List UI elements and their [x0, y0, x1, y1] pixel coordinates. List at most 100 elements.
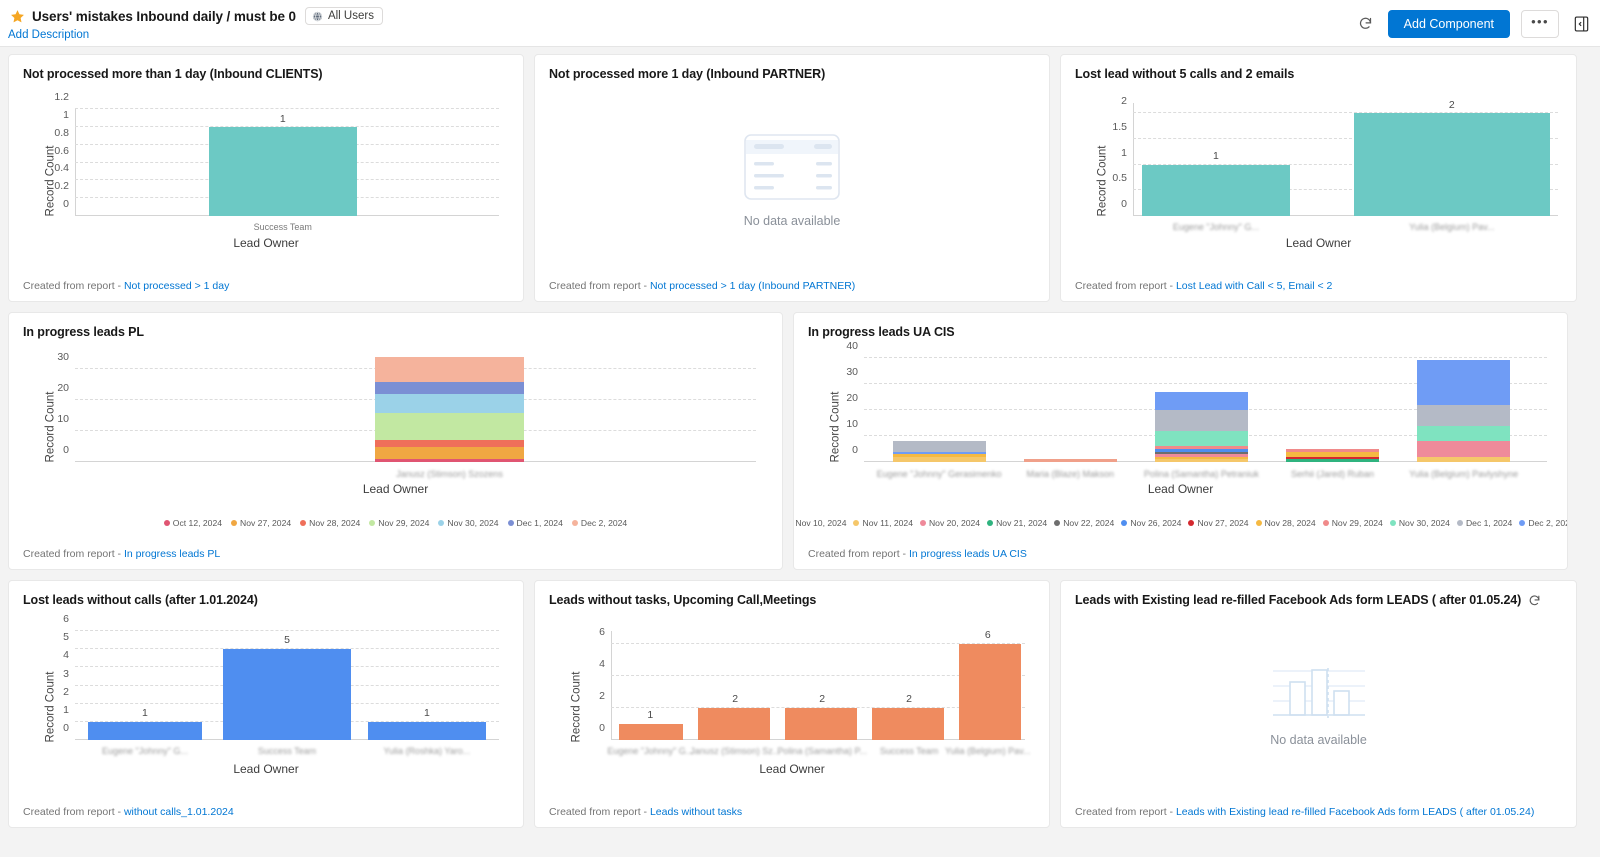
legend-item[interactable]: Nov 26, 2024	[1121, 518, 1181, 528]
scope-pill-all-users[interactable]: All Users	[304, 7, 383, 25]
bar-segment[interactable]	[1154, 409, 1248, 431]
refresh-icon[interactable]	[1528, 594, 1541, 607]
bar[interactable]	[697, 707, 771, 740]
widget-title: In progress leads PL	[23, 325, 144, 339]
bar-segment[interactable]	[1154, 430, 1248, 447]
bar-segment[interactable]	[1154, 451, 1248, 455]
report-link[interactable]: Not processed > 1 day (Inbound PARTNER)	[650, 280, 855, 292]
bar-segment[interactable]	[892, 456, 986, 462]
x-axis-title: Lead Owner	[233, 236, 299, 250]
report-link[interactable]: Not processed > 1 day	[124, 280, 229, 292]
legend-item[interactable]: Dec 2, 2024	[1519, 518, 1567, 528]
add-component-button[interactable]: Add Component	[1387, 9, 1510, 38]
bar-segment[interactable]	[1154, 456, 1248, 460]
y-axis-title: Record Count	[44, 671, 57, 742]
bar-segment[interactable]	[1154, 454, 1248, 457]
legend-item[interactable]: Nov 10, 2024	[794, 518, 846, 528]
bar[interactable]	[958, 643, 1021, 740]
report-link[interactable]: without calls_1.01.2024	[124, 806, 234, 818]
chart-area[interactable]: Record Count 6 5 4 3 2 1 0 1 5 1 Eugene …	[9, 607, 523, 806]
bar[interactable]	[1354, 113, 1550, 216]
report-link[interactable]: Leads with Existing lead re-filled Faceb…	[1176, 806, 1534, 818]
bar-segment[interactable]	[1417, 456, 1511, 462]
legend-item[interactable]: Nov 27, 2024	[231, 518, 291, 528]
bar[interactable]	[784, 707, 858, 740]
legend-item[interactable]: Nov 11, 2024	[853, 518, 913, 528]
legend-item[interactable]: Nov 22, 2024	[1054, 518, 1114, 528]
bar-segment[interactable]	[1154, 446, 1248, 449]
legend-label: Nov 30, 2024	[447, 518, 499, 528]
legend-item[interactable]: Nov 30, 2024	[438, 518, 499, 528]
bar[interactable]	[619, 723, 684, 740]
report-link[interactable]: In progress leads PL	[124, 548, 220, 560]
open-panel-button[interactable]	[1570, 13, 1592, 35]
bar[interactable]	[87, 721, 203, 740]
legend-item[interactable]: Oct 12, 2024	[163, 518, 222, 528]
bar-segment[interactable]	[1286, 451, 1379, 457]
legend-item[interactable]: Nov 28, 2024	[300, 518, 360, 528]
bar-segment[interactable]	[374, 446, 525, 459]
chart-area[interactable]: Record Count 30 20 10 0 Janusz (Stimson)…	[9, 339, 782, 548]
bar-segment[interactable]	[892, 454, 986, 457]
widget-in-progress-pl[interactable]: In progress leads PL Record Count 30 20 …	[8, 312, 783, 570]
chart-area[interactable]: Record Count 6 4 2 0 1 2 2 2 6 Eugene "J…	[535, 607, 1049, 806]
legend-item[interactable]: Dec 1, 2024	[507, 518, 563, 528]
report-link[interactable]: Lost Lead with Call < 5, Email < 2	[1176, 280, 1332, 292]
bar-segment[interactable]	[374, 458, 525, 462]
bar-value-label: 1	[1212, 149, 1219, 162]
widget-lost-leads-without-calls[interactable]: Lost leads without calls (after 1.01.202…	[8, 580, 524, 828]
legend-item[interactable]: Nov 30, 2024	[1389, 518, 1450, 528]
widget-not-processed-clients[interactable]: Not processed more than 1 day (Inbound C…	[8, 54, 524, 302]
widget-in-progress-ua-cis[interactable]: In progress leads UA CIS Record Count 40…	[793, 312, 1568, 570]
bar-segment[interactable]	[374, 381, 525, 395]
gridline	[75, 630, 499, 631]
star-filled-icon[interactable]	[10, 9, 25, 24]
y-tick-label: 0.5	[1112, 172, 1127, 185]
bar-segment[interactable]	[374, 394, 525, 413]
refresh-button[interactable]	[1355, 13, 1377, 35]
bar-segment[interactable]	[892, 451, 986, 455]
widget-lost-lead-calls-emails[interactable]: Lost lead without 5 calls and 2 emails R…	[1060, 54, 1577, 302]
legend-item[interactable]: Dec 2, 2024	[571, 518, 627, 528]
chart-area[interactable]: Record Count 40 30 20 10 0 Eugene "Johnn…	[794, 339, 1567, 548]
bar[interactable]	[367, 721, 487, 740]
legend-item[interactable]: Nov 29, 2024	[369, 518, 429, 528]
legend-item[interactable]: Nov 20, 2024	[919, 518, 980, 528]
bar-segment[interactable]	[1023, 459, 1117, 462]
chart-area[interactable]: Record Count 1.2 1 0.8 0.6 0.4 0.2 0 1 S…	[9, 81, 523, 280]
legend-item[interactable]: Dec 1, 2024	[1456, 518, 1512, 528]
bar-segment[interactable]	[374, 412, 525, 441]
legend-item[interactable]: Nov 28, 2024	[1255, 518, 1316, 528]
bar-segment[interactable]	[1286, 456, 1379, 460]
bar-segment[interactable]	[1154, 391, 1248, 410]
bar-segment[interactable]	[374, 357, 525, 382]
chart-area[interactable]: Record Count 2 1.5 1 0.5 0 1 2 Eugene "J…	[1061, 81, 1576, 280]
legend-item[interactable]: Nov 21, 2024	[987, 518, 1047, 528]
widget-leads-without-tasks[interactable]: Leads without tasks, Upcoming Call,Meeti…	[534, 580, 1050, 828]
bar[interactable]	[223, 649, 351, 740]
gridline	[75, 108, 499, 109]
bar-segment[interactable]	[1154, 448, 1248, 452]
bar-segment[interactable]	[892, 441, 986, 452]
bar-segment[interactable]	[374, 440, 525, 447]
bar-segment[interactable]	[1286, 459, 1379, 462]
bar-segment[interactable]	[1286, 448, 1379, 452]
add-description-link[interactable]: Add Description	[8, 29, 89, 41]
widget-not-processed-partner[interactable]: Not processed more 1 day (Inbound PARTNE…	[534, 54, 1050, 302]
bar[interactable]	[1141, 164, 1291, 216]
report-link[interactable]: In progress leads UA CIS	[909, 548, 1027, 560]
bar[interactable]	[871, 707, 945, 740]
legend-item[interactable]: Nov 29, 2024	[1322, 518, 1383, 528]
bar-segment[interactable]	[1417, 425, 1511, 442]
bar[interactable]	[208, 126, 357, 216]
widget-leads-existing-facebook[interactable]: Leads with Existing lead re-filled Faceb…	[1060, 580, 1577, 828]
report-link[interactable]: Leads without tasks	[650, 806, 742, 818]
bar-segment[interactable]	[1417, 360, 1511, 405]
bar-segment[interactable]	[1417, 404, 1511, 426]
bar-segment[interactable]	[1154, 459, 1248, 462]
empty-state-text: No data available	[1270, 732, 1367, 747]
more-actions-button[interactable]: •••	[1521, 9, 1559, 38]
bar-segment[interactable]	[1417, 441, 1511, 457]
legend-item[interactable]: Nov 27, 2024	[1188, 518, 1249, 528]
widget-footer: Created from report - Leads with Existin…	[1061, 806, 1576, 827]
